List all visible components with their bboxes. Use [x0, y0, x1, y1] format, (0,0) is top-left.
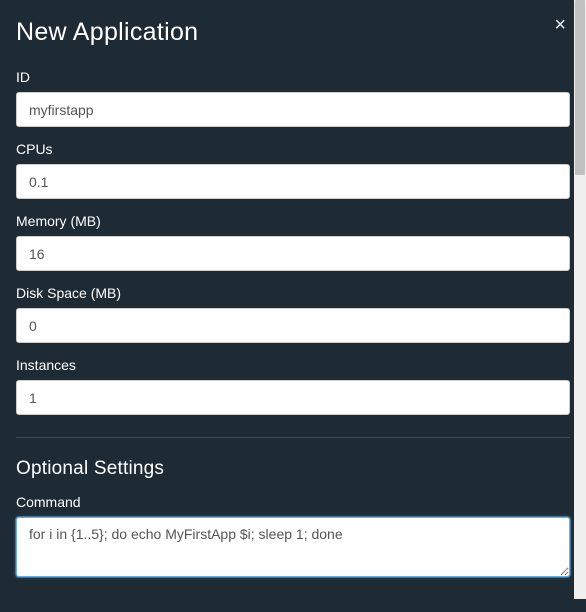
- instances-form-group: Instances: [16, 357, 570, 415]
- id-label: ID: [16, 69, 570, 85]
- id-form-group: ID: [16, 69, 570, 127]
- memory-form-group: Memory (MB): [16, 213, 570, 271]
- disk-form-group: Disk Space (MB): [16, 285, 570, 343]
- new-application-modal: New Application × ID CPUs Memory (MB) Di…: [0, 0, 586, 599]
- command-textarea[interactable]: for i in {1..5}; do echo MyFirstApp $i; …: [16, 517, 570, 577]
- scrollbar-thumb[interactable]: [575, 0, 585, 175]
- optional-settings-title: Optional Settings: [16, 458, 570, 480]
- close-button[interactable]: ×: [548, 13, 572, 37]
- disk-label: Disk Space (MB): [16, 285, 570, 301]
- cpus-form-group: CPUs: [16, 141, 570, 199]
- close-icon: ×: [554, 14, 566, 36]
- disk-input[interactable]: [16, 308, 570, 343]
- command-label: Command: [16, 494, 570, 510]
- memory-input[interactable]: [16, 236, 570, 271]
- modal-body: ID CPUs Memory (MB) Disk Space (MB) Inst…: [0, 57, 586, 612]
- modal-header: New Application ×: [0, 0, 586, 57]
- instances-input[interactable]: [16, 380, 570, 415]
- section-separator: [16, 437, 570, 438]
- id-input[interactable]: [16, 92, 570, 127]
- modal-title: New Application: [16, 18, 198, 47]
- cpus-label: CPUs: [16, 141, 570, 157]
- memory-label: Memory (MB): [16, 213, 570, 229]
- command-form-group: Command for i in {1..5}; do echo MyFirst…: [16, 494, 570, 582]
- instances-label: Instances: [16, 357, 570, 373]
- cpus-input[interactable]: [16, 164, 570, 199]
- scrollbar-track[interactable]: [574, 0, 586, 599]
